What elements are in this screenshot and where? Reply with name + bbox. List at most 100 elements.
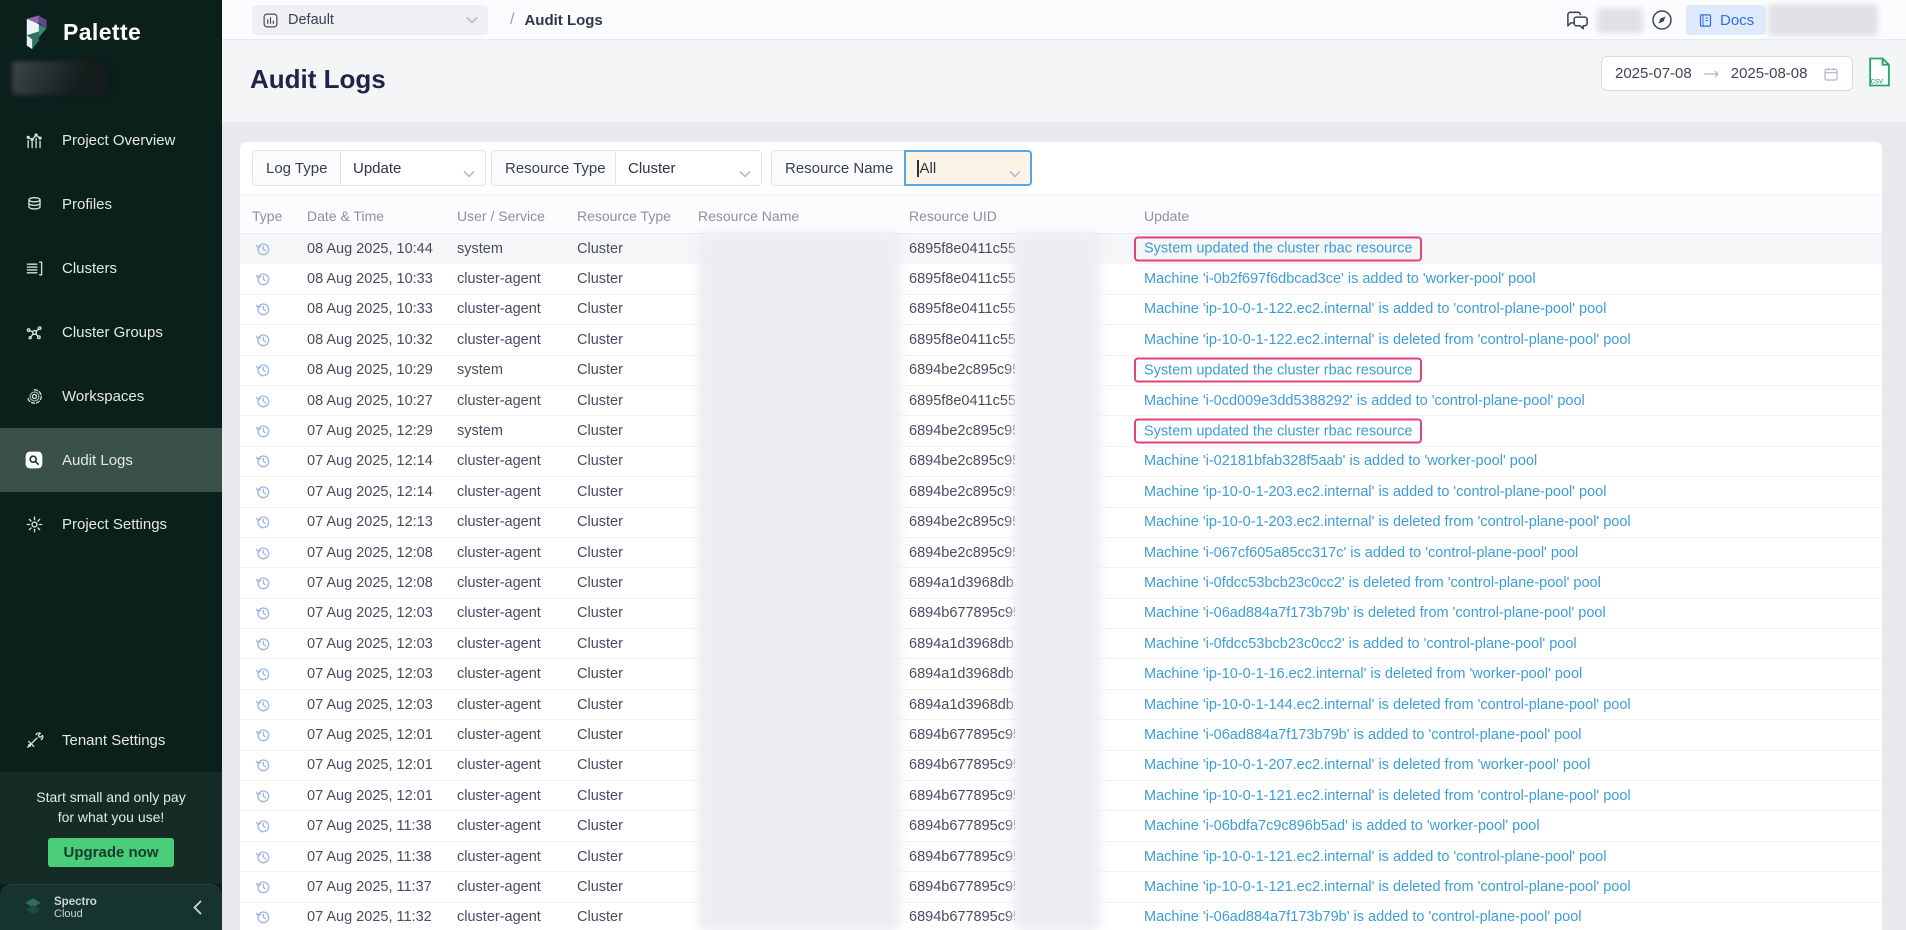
update-link[interactable]: Machine 'ip-10-0-1-144.ec2.internal' is …	[1144, 697, 1631, 713]
history-icon	[255, 423, 271, 439]
filter-select[interactable]: Update	[341, 151, 485, 185]
cell-user-service: cluster-agent	[457, 636, 541, 652]
cell-datetime: 07 Aug 2025, 11:38	[307, 849, 432, 865]
update-link[interactable]: Machine 'i-06ad884a7f173b79b' is deleted…	[1144, 605, 1606, 621]
col-header-resource-type: Resource Type	[577, 208, 671, 224]
footer-brand-line1: Spectro	[54, 896, 97, 908]
update-link[interactable]: System updated the cluster rbac resource	[1134, 419, 1422, 444]
update-link[interactable]: Machine 'ip-10-0-1-121.ec2.internal' is …	[1144, 788, 1631, 804]
cell-resource-type: Cluster	[577, 423, 623, 439]
update-link[interactable]: Machine 'i-0b2f697f6dbcad3ce' is added t…	[1144, 271, 1536, 287]
sidebar-item-audit-logs[interactable]: Audit Logs	[0, 428, 222, 492]
update-link[interactable]: System updated the cluster rbac resource	[1134, 358, 1422, 383]
update-link[interactable]: Machine 'ip-10-0-1-121.ec2.internal' is …	[1144, 849, 1606, 865]
update-link[interactable]: Machine 'ip-10-0-1-122.ec2.internal' is …	[1144, 332, 1631, 348]
sidebar-item-cluster-groups[interactable]: Cluster Groups	[0, 300, 222, 364]
date-range-picker[interactable]: 2025-07-08 2025-08-08	[1601, 56, 1853, 91]
cell-update: Machine 'ip-10-0-1-122.ec2.internal' is …	[1144, 332, 1631, 348]
cell-update: Machine 'i-06ad884a7f173b79b' is added t…	[1144, 727, 1582, 743]
history-icon	[255, 788, 271, 804]
cell-user-service: cluster-agent	[457, 484, 541, 500]
project-selector-dropdown[interactable]: Default	[252, 5, 488, 35]
update-link[interactable]: System updated the cluster rbac resource	[1134, 236, 1422, 261]
breadcrumb-separator: /	[510, 11, 514, 29]
arrow-right-icon	[1703, 69, 1720, 79]
filter-resource-name: Resource Name All	[771, 150, 1032, 186]
cell-user-service: cluster-agent	[457, 697, 541, 713]
update-link[interactable]: Machine 'i-06ad884a7f173b79b' is added t…	[1144, 909, 1582, 925]
history-icon	[255, 849, 271, 865]
sidebar-item-profiles[interactable]: Profiles	[0, 172, 222, 236]
cell-resource-type: Cluster	[577, 241, 623, 257]
cell-user-service: cluster-agent	[457, 727, 541, 743]
history-icon	[255, 575, 271, 591]
cell-resource-type: Cluster	[577, 575, 623, 591]
cell-update: Machine 'ip-10-0-1-207.ec2.internal' is …	[1144, 757, 1590, 773]
update-link[interactable]: Machine 'ip-10-0-1-16.ec2.internal' is d…	[1144, 666, 1582, 682]
cell-resource-uid: 6894be2c895c95	[909, 362, 1015, 378]
update-link[interactable]: Machine 'i-0cd009e3dd5388292' is added t…	[1144, 393, 1585, 409]
cell-user-service: cluster-agent	[457, 666, 541, 682]
chevron-down-icon	[1009, 165, 1021, 182]
sidebar-item-label: Project Overview	[62, 132, 175, 149]
cell-datetime: 07 Aug 2025, 12:03	[307, 605, 433, 621]
sidebar-item-label: Profiles	[62, 196, 112, 213]
update-link[interactable]: Machine 'i-067cf605a85cc317c' is added t…	[1144, 545, 1578, 561]
filter-select[interactable]: All	[905, 151, 1031, 185]
upgrade-now-button[interactable]: Upgrade now	[48, 838, 173, 867]
chevron-down-icon	[463, 165, 475, 182]
update-link[interactable]: Machine 'i-0fdcc53bcb23c0cc2' is added t…	[1144, 636, 1577, 652]
update-link[interactable]: Machine 'ip-10-0-1-207.ec2.internal' is …	[1144, 757, 1590, 773]
sidebar-item-label: Project Settings	[62, 516, 167, 533]
update-link[interactable]: Machine 'i-06ad884a7f173b79b' is added t…	[1144, 727, 1582, 743]
compass-icon[interactable]	[1650, 8, 1674, 32]
project-overview-icon	[24, 131, 44, 150]
col-header-resource-uid: Resource UID	[909, 208, 997, 224]
filter-value: Update	[353, 160, 401, 177]
sidebar-item-tenant-settings[interactable]: Tenant Settings	[0, 708, 222, 772]
filter-select[interactable]: Cluster	[616, 151, 761, 185]
cell-user-service: cluster-agent	[457, 879, 541, 895]
table-header: Type Date & Time User / Service Resource…	[240, 194, 1882, 234]
promo-text-line1: Start small and only pay	[0, 787, 222, 807]
sidebar-item-clusters[interactable]: Clusters	[0, 236, 222, 300]
cell-datetime: 07 Aug 2025, 12:01	[307, 757, 433, 773]
sidebar-item-label: Cluster Groups	[62, 324, 163, 341]
sidebar-item-project-settings[interactable]: Project Settings	[0, 492, 222, 556]
redacted-resource-uid-column	[1013, 232, 1101, 930]
update-link[interactable]: Machine 'i-02181bfab328f5aab' is added t…	[1144, 453, 1537, 469]
gear-icon	[24, 515, 44, 534]
brand-name: Palette	[63, 19, 141, 46]
sidebar-collapse-icon[interactable]	[193, 900, 202, 915]
cell-resource-uid: 6894a1d3968db2	[909, 697, 1015, 713]
cell-user-service: cluster-agent	[457, 545, 541, 561]
update-link[interactable]: Machine 'ip-10-0-1-203.ec2.internal' is …	[1144, 514, 1631, 530]
history-icon	[255, 727, 271, 743]
feedback-chat-icon[interactable]	[1565, 9, 1590, 31]
promo-text-line2: for what you use!	[0, 807, 222, 827]
update-link[interactable]: Machine 'i-06bdfa7c9c896b5ad' is added t…	[1144, 818, 1540, 834]
spectro-cloud-logo: Spectro Cloud	[20, 895, 97, 921]
docs-button[interactable]: Docs	[1686, 5, 1766, 35]
history-icon	[255, 332, 271, 348]
date-from-value[interactable]: 2025-07-08	[1615, 65, 1692, 82]
cell-datetime: 07 Aug 2025, 12:14	[307, 484, 433, 500]
update-link[interactable]: Machine 'i-0fdcc53bcb23c0cc2' is deleted…	[1144, 575, 1601, 591]
update-link[interactable]: Machine 'ip-10-0-1-121.ec2.internal' is …	[1144, 879, 1631, 895]
cell-user-service: cluster-agent	[457, 788, 541, 804]
update-link[interactable]: Machine 'ip-10-0-1-203.ec2.internal' is …	[1144, 484, 1606, 500]
cell-datetime: 07 Aug 2025, 12:29	[307, 423, 433, 439]
cell-resource-type: Cluster	[577, 636, 623, 652]
update-link[interactable]: Machine 'ip-10-0-1-122.ec2.internal' is …	[1144, 301, 1606, 317]
sidebar-item-workspaces[interactable]: Workspaces	[0, 364, 222, 428]
cell-resource-uid: 6894be2c895c95	[909, 484, 1015, 500]
cell-resource-type: Cluster	[577, 909, 623, 925]
cell-user-service: cluster-agent	[457, 514, 541, 530]
export-csv-button[interactable]: csv	[1866, 56, 1893, 88]
cell-resource-uid: 6894be2c895c95	[909, 453, 1015, 469]
filter-value: All	[920, 160, 937, 177]
date-to-value[interactable]: 2025-08-08	[1731, 65, 1808, 82]
cell-user-service: system	[457, 241, 503, 257]
col-header-user-service: User / Service	[457, 208, 545, 224]
sidebar-item-project-overview[interactable]: Project Overview	[0, 108, 222, 172]
